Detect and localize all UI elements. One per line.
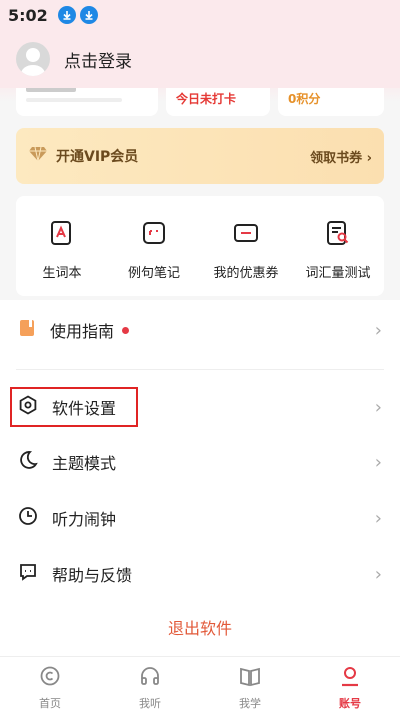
chevron-right-icon: › — [374, 451, 382, 473]
menu-list: 使用指南 › 软件设置 › 主题模式 › 听力闹钟 › 帮助与反馈 › — [0, 300, 400, 656]
shortcut-label: 词汇量测试 — [305, 266, 371, 281]
moon-icon — [18, 450, 38, 474]
chevron-right-icon: › — [374, 396, 382, 418]
tab-learn[interactable]: 我学 — [200, 657, 300, 711]
vocab-test-icon — [325, 220, 351, 250]
login-link[interactable]: 点击登录 — [64, 47, 132, 72]
sentence-note-icon — [141, 220, 167, 250]
vip-banner[interactable]: 开通VIP会员 领取书券 › — [16, 128, 384, 184]
notification-dot — [122, 326, 130, 334]
menu-label: 主题模式 — [52, 454, 117, 473]
chevron-right-icon: › — [374, 563, 382, 585]
tab-label: 我听 — [139, 697, 161, 710]
claim-coupon-link[interactable]: 领取书券 › — [310, 147, 372, 166]
tab-label: 账号 — [339, 697, 361, 710]
tab-label: 首页 — [39, 697, 61, 710]
chevron-right-icon: › — [374, 319, 382, 341]
menu-item-alarm[interactable]: 听力闹钟 › — [0, 490, 400, 546]
guide-icon — [18, 319, 36, 341]
chevron-right-icon: › — [374, 507, 382, 529]
highlight-box — [10, 387, 138, 427]
menu-item-feedback[interactable]: 帮助与反馈 › — [0, 546, 400, 602]
headphones-icon — [139, 665, 161, 691]
status-time: 5:02 — [8, 5, 48, 25]
profile-header[interactable]: 点击登录 — [0, 30, 400, 88]
shortcut-label: 例句笔记 — [127, 266, 180, 281]
book-icon — [239, 665, 261, 691]
shortcut-sentence-notes[interactable]: 例句笔记 — [108, 196, 200, 296]
checkin-status: 今日未打卡 — [176, 92, 237, 106]
shortcut-label: 我的优惠券 — [213, 266, 279, 281]
bottom-tab-bar: 首页 我听 我学 账号 — [0, 656, 400, 711]
clock-icon — [18, 506, 38, 530]
tab-listen[interactable]: 我听 — [100, 657, 200, 711]
home-icon — [39, 665, 61, 691]
divider — [16, 369, 384, 370]
diamond-icon — [28, 146, 48, 166]
feedback-icon — [18, 562, 38, 586]
vip-label: 开通VIP会员 — [56, 149, 139, 165]
vocab-book-icon — [49, 220, 75, 250]
status-bar: 5:02 — [0, 0, 400, 30]
download-icon — [79, 6, 98, 24]
shortcut-vocab-book[interactable]: 生词本 — [16, 196, 108, 296]
menu-item-theme[interactable]: 主题模式 › — [0, 434, 400, 490]
menu-label: 使用指南 — [50, 322, 115, 341]
logout-button[interactable]: 退出软件 — [0, 615, 400, 639]
menu-label: 听力闹钟 — [52, 510, 117, 529]
tab-account[interactable]: 账号 — [300, 657, 400, 711]
coupon-icon — [233, 220, 259, 250]
account-icon — [339, 665, 361, 691]
menu-item-guide[interactable]: 使用指南 › — [0, 302, 400, 370]
tab-label: 我学 — [239, 697, 261, 710]
points-value: 0积分 — [288, 92, 321, 106]
tab-home[interactable]: 首页 — [0, 657, 100, 711]
progress-bar — [26, 98, 122, 102]
menu-label: 帮助与反馈 — [52, 566, 133, 585]
shortcut-coupons[interactable]: 我的优惠券 — [200, 196, 292, 296]
avatar[interactable] — [16, 42, 50, 76]
shortcut-grid: 生词本 例句笔记 我的优惠券 词汇量测试 — [16, 196, 384, 296]
shortcut-label: 生词本 — [42, 266, 82, 281]
download-icon — [57, 6, 76, 24]
shortcut-vocab-test[interactable]: 词汇量测试 — [292, 196, 384, 296]
